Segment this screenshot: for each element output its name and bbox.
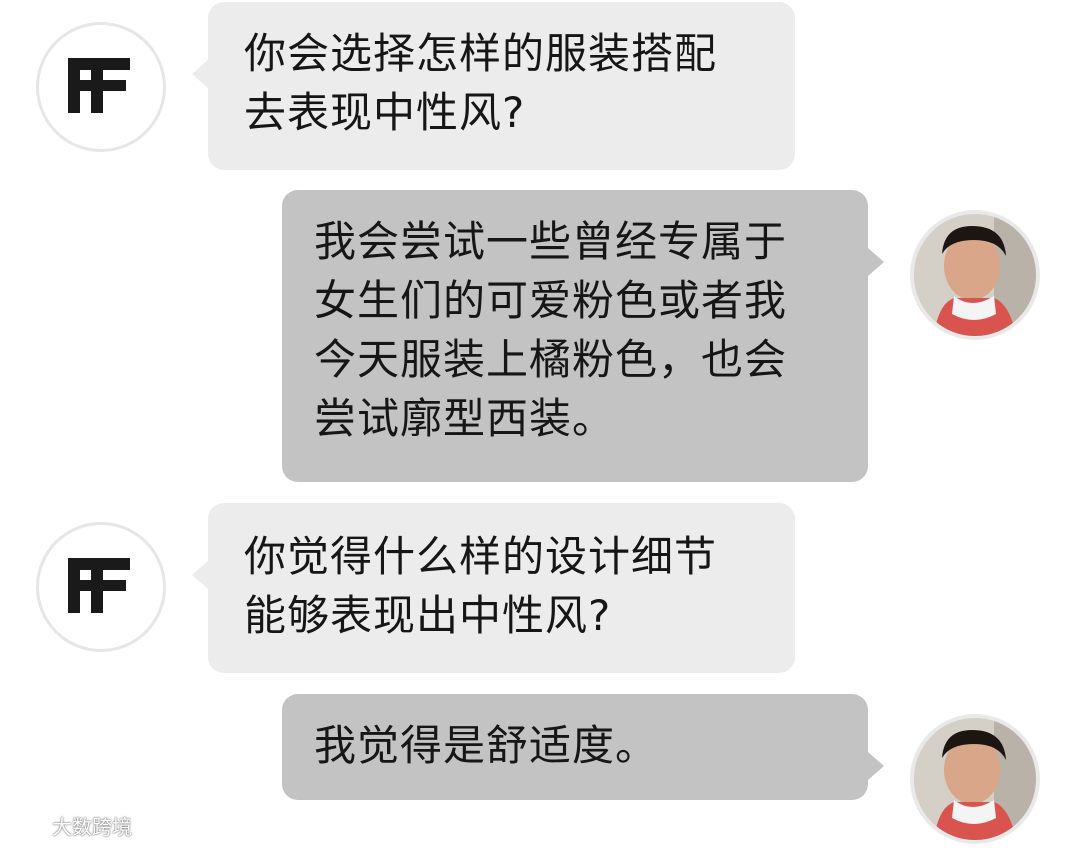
message-text-line: 尝试廓型西装。: [314, 394, 616, 443]
message-text-line: 女生们的可爱粉色或者我: [314, 276, 788, 325]
message-bubble-interviewer[interactable]: 你觉得什么样的设计细节 能够表现出中性风?: [192, 503, 795, 673]
weibo-logo-icon: [9, 817, 47, 836]
watermark: 大数跨境: [8, 811, 132, 840]
ff-logo-icon: [68, 558, 130, 613]
message-bubble-interviewer[interactable]: 你会选择怎样的服装搭配 去表现中性风?: [192, 2, 795, 170]
message-text-line: 今天服装上橘粉色，也会: [314, 335, 788, 384]
watermark-text: 大数跨境: [52, 815, 132, 839]
message-text-line: 你会选择怎样的服装搭配: [244, 29, 718, 78]
ff-avatar[interactable]: [36, 522, 166, 652]
ff-logo-icon: [68, 58, 130, 113]
message-text-line: 去表现中性风?: [244, 88, 526, 137]
message-bubble-guest[interactable]: 我觉得是舒适度。: [282, 694, 884, 800]
message-bubble-guest[interactable]: 我会尝试一些曾经专属于 女生们的可爱粉色或者我 今天服装上橘粉色，也会 尝试廓型…: [282, 190, 884, 482]
message-text-line: 我觉得是舒适度。: [314, 721, 659, 770]
ff-avatar[interactable]: [36, 22, 166, 152]
guest-avatar[interactable]: [910, 210, 1040, 340]
guest-avatar[interactable]: [910, 714, 1040, 844]
message-text-line: 我会尝试一些曾经专属于: [314, 217, 788, 266]
message-text-line: 能够表现出中性风?: [244, 591, 612, 640]
person-avatar: [914, 214, 1036, 336]
person-avatar: [914, 718, 1036, 840]
message-text-line: 你觉得什么样的设计细节: [244, 532, 718, 581]
